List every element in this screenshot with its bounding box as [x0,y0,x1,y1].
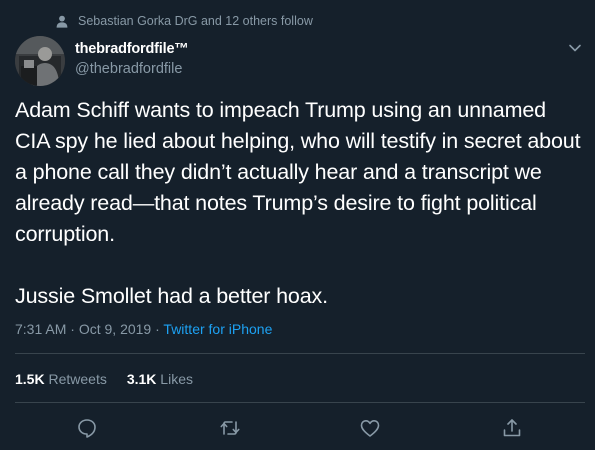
display-name[interactable]: thebradfordfile™ [75,40,189,59]
likes-stat[interactable]: 3.1K Likes [127,371,193,387]
divider [15,353,585,354]
retweets-stat[interactable]: 1.5K Retweets [15,371,107,387]
reply-icon[interactable] [76,417,98,439]
meta-separator: · [66,321,79,337]
tweet-time[interactable]: 7:31 AM [15,321,66,337]
share-icon[interactable] [501,417,523,439]
like-icon[interactable] [359,417,381,439]
meta-separator: · [151,321,164,337]
divider [15,402,585,403]
likes-label: Likes [160,371,193,387]
user-handle[interactable]: @thebradfordfile [75,60,189,79]
tweet-date[interactable]: Oct 9, 2019 [79,321,151,337]
social-context[interactable]: Sebastian Gorka DrG and 12 others follow [56,13,313,29]
likes-count: 3.1K [126,371,157,387]
retweet-icon[interactable] [219,417,241,439]
tweet-source[interactable]: Twitter for iPhone [163,321,272,337]
engagement-stats: 1.5K Retweets 3.1K Likes [15,369,193,389]
author-block[interactable]: thebradfordfile™ @thebradfordfile [75,40,189,79]
chevron-down-icon[interactable] [566,39,584,57]
retweets-count: 1.5K [15,371,45,387]
tweet-text: Adam Schiff wants to impeach Trump using… [15,98,581,308]
tweet-metadata: 7:31 AM · Oct 9, 2019 · Twitter for iPho… [15,319,272,339]
retweets-label: Retweets [48,371,107,387]
person-icon [56,15,68,28]
social-context-text: Sebastian Gorka DrG and 12 others follow [78,14,313,28]
avatar[interactable] [15,36,65,86]
